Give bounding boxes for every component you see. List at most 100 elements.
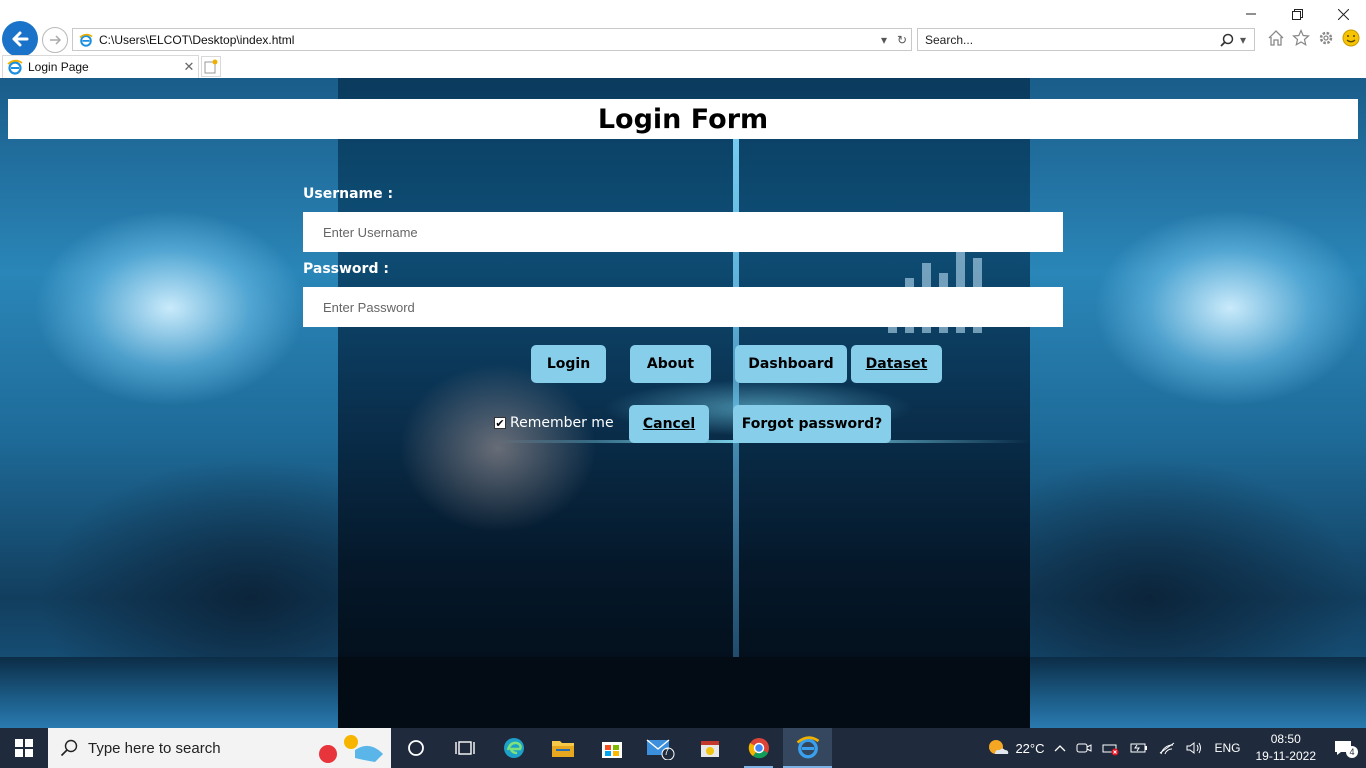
remember-me[interactable]: ✔ Remember me <box>494 415 614 431</box>
taskbar-mail[interactable]: 7 <box>636 728 685 768</box>
smiley-icon <box>1342 29 1360 47</box>
tray-overflow-icon[interactable] <box>1049 744 1071 752</box>
cortana-circle-icon <box>407 740 424 756</box>
camera-icon <box>1076 743 1092 753</box>
password-label: Password : <box>303 261 389 277</box>
battery-plug-icon <box>1130 743 1148 753</box>
task-view-button[interactable] <box>440 728 489 768</box>
taskbar-edge[interactable] <box>489 728 538 768</box>
notification-badge: 4 <box>1346 746 1358 758</box>
home-button[interactable] <box>1266 28 1286 48</box>
search-icon <box>60 739 78 757</box>
clock-time: 08:50 <box>1270 732 1301 746</box>
minimize-icon <box>1246 13 1256 15</box>
network-error-icon[interactable] <box>1097 740 1125 756</box>
taskbar-search-placeholder: Type here to search <box>88 739 221 757</box>
star-icon <box>1292 29 1310 47</box>
start-button[interactable] <box>0 728 48 768</box>
tab-login-page[interactable]: Login Page ✕ <box>2 55 199 78</box>
about-button[interactable]: About <box>630 345 711 383</box>
close-window-button[interactable] <box>1320 0 1366 28</box>
folder-icon <box>551 741 574 757</box>
address-dropdown-icon[interactable]: ▾ <box>875 33 893 47</box>
cancel-button[interactable]: Cancel <box>629 405 709 443</box>
header-bar: Login Form <box>8 99 1358 139</box>
dataset-button[interactable]: Dataset <box>851 345 942 383</box>
address-url: C:\Users\ELCOT\Desktop\index.html <box>99 32 295 47</box>
tab-close-icon[interactable]: ✕ <box>180 59 198 75</box>
restore-button[interactable] <box>1274 0 1320 28</box>
chrome-icon <box>748 738 769 759</box>
back-button[interactable] <box>2 21 38 57</box>
remember-label: Remember me <box>510 415 614 431</box>
remember-checkbox[interactable]: ✔ <box>494 417 506 429</box>
store-icon <box>601 742 622 758</box>
taskbar-chrome[interactable] <box>734 728 783 768</box>
username-input[interactable] <box>303 212 1063 252</box>
feedback-button[interactable] <box>1341 28 1361 48</box>
favorites-button[interactable] <box>1291 28 1311 48</box>
dashboard-button[interactable]: Dashboard <box>735 345 847 383</box>
home-icon <box>1268 30 1284 46</box>
forgot-password-button[interactable]: Forgot password? <box>733 405 891 443</box>
taskbar: Type here to search 7 22°C ENG 08:50 19-… <box>0 728 1366 768</box>
volume-icon[interactable] <box>1181 741 1209 755</box>
settings-button[interactable] <box>1316 28 1336 48</box>
speaker-icon <box>1186 742 1202 754</box>
mail-icon <box>646 739 674 760</box>
username-label: Username : <box>303 186 394 202</box>
weather-sun-cloud-icon <box>989 740 1009 754</box>
tab-title: Login Page <box>28 60 89 74</box>
window-controls <box>1228 0 1366 28</box>
browser-search-box[interactable]: Search... ▾ <box>917 28 1255 51</box>
browser-search-placeholder: Search... <box>925 32 974 47</box>
chevron-up-icon <box>1055 745 1066 752</box>
taskbar-file-explorer[interactable] <box>538 728 587 768</box>
refresh-icon[interactable]: ↻ <box>893 33 911 47</box>
password-input[interactable] <box>303 287 1063 327</box>
page-background: Login Form Username : Password : Login A… <box>0 78 1366 728</box>
language-indicator[interactable]: ENG <box>1209 741 1245 755</box>
forward-button[interactable] <box>42 27 68 53</box>
taskbar-media-app[interactable] <box>685 728 734 768</box>
clock[interactable]: 08:50 19-11-2022 <box>1246 731 1327 765</box>
search-highlight-icon <box>319 735 383 763</box>
system-tray: 22°C ENG 08:50 19-11-2022 4 <box>982 728 1366 768</box>
page-title: Login Form <box>597 103 769 135</box>
gear-icon <box>1319 31 1333 45</box>
ie-tab-icon <box>7 59 23 75</box>
windows-logo-icon <box>15 739 33 757</box>
wifi-icon[interactable] <box>1153 741 1181 755</box>
new-tab-button[interactable] <box>201 56 221 77</box>
ie-page-icon <box>79 33 93 47</box>
search-dropdown-icon[interactable]: ▾ <box>1240 33 1254 47</box>
wifi-signal-icon <box>1160 742 1175 755</box>
search-icon[interactable] <box>1220 33 1234 47</box>
login-button[interactable]: Login <box>531 345 606 383</box>
browser-chrome: C:\Users\ELCOT\Desktop\index.html ▾ ↻ Se… <box>0 0 1366 78</box>
new-tab-icon <box>204 59 218 74</box>
clock-date: 19-11-2022 <box>1255 749 1317 763</box>
taskbar-search-box[interactable]: Type here to search <box>48 728 391 768</box>
weather-widget[interactable]: 22°C <box>982 738 1049 758</box>
restore-icon <box>1291 8 1303 20</box>
address-bar[interactable]: C:\Users\ELCOT\Desktop\index.html ▾ ↻ <box>72 28 912 51</box>
minimize-button[interactable] <box>1228 0 1274 28</box>
drive-error-icon <box>1102 744 1119 756</box>
battery-icon[interactable] <box>1125 742 1153 754</box>
taskbar-store[interactable] <box>587 728 636 768</box>
ie-icon <box>796 736 819 759</box>
notifications-button[interactable]: 4 <box>1326 740 1366 758</box>
meet-now-icon[interactable] <box>1071 741 1097 755</box>
background-lower-band <box>0 657 1366 728</box>
mail-badge: 7 <box>664 747 670 757</box>
arrow-left-icon <box>12 31 29 47</box>
task-view-icon <box>454 741 475 755</box>
background-image <box>338 78 1030 728</box>
cortana-button[interactable] <box>391 728 440 768</box>
taskbar-internet-explorer[interactable] <box>783 728 832 768</box>
weather-temp: 22°C <box>1015 740 1045 756</box>
close-icon <box>1337 8 1349 20</box>
edge-icon <box>503 738 524 758</box>
browser-tools <box>1266 28 1361 48</box>
